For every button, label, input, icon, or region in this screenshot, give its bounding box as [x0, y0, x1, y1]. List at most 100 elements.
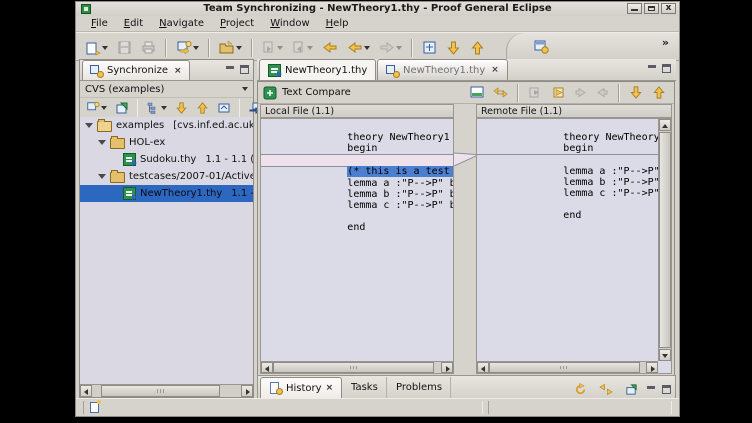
maximize-editor-button[interactable] — [662, 64, 671, 73]
scroll-up-button[interactable] — [659, 119, 671, 131]
dropdown-caret — [161, 106, 167, 110]
expander-icon[interactable] — [98, 174, 106, 179]
menu-item[interactable]: Project — [213, 17, 261, 30]
save-icon — [117, 40, 132, 55]
dropdown-caret — [101, 106, 107, 110]
minimize-view-button[interactable] — [226, 65, 235, 74]
new-button[interactable] — [82, 37, 111, 58]
fast-view-icon[interactable] — [90, 402, 99, 413]
save-button[interactable] — [114, 37, 135, 58]
synchronize-button[interactable] — [83, 98, 110, 119]
tree-item[interactable]: examples [cvs.inf.ed.ac.uk] — [80, 117, 253, 134]
sync-horizontal-scrollbar[interactable] — [80, 384, 253, 397]
close-tab-icon[interactable]: × — [491, 65, 499, 75]
scroll-track[interactable] — [273, 362, 441, 373]
next-change-button[interactable] — [443, 37, 464, 58]
remote-horizontal-scrollbar[interactable] — [477, 361, 658, 373]
ancestor-pane-icon — [470, 86, 484, 99]
expander-icon[interactable] — [98, 140, 106, 145]
bottom-tab[interactable]: Problems × — [388, 377, 451, 398]
titlebar[interactable]: Team Synchronizing - NewTheory1.thy - Pr… — [76, 2, 679, 17]
remote-code-area[interactable]: theory NewTheory1 imports Main begin lem… — [477, 119, 658, 361]
menu-item[interactable]: File — [84, 17, 115, 30]
tree-item[interactable]: NewTheory1.thy 1.1 - 1.1 (A — [80, 185, 253, 202]
copy-right-button[interactable] — [593, 82, 612, 103]
scroll-track[interactable] — [92, 385, 241, 397]
scroll-thumb[interactable] — [489, 362, 640, 373]
refresh-button[interactable] — [571, 379, 590, 400]
maximize-view-button[interactable] — [662, 385, 671, 394]
link-with-editor-button[interactable] — [596, 379, 616, 400]
view-menu-caret[interactable] — [242, 87, 248, 91]
swap-panes-button[interactable] — [490, 82, 511, 103]
previous-change-button[interactable] — [467, 37, 488, 58]
print-button[interactable] — [138, 37, 159, 58]
diff-connector — [454, 118, 476, 378]
editor-tab[interactable]: NewTheory1.thy × — [259, 59, 376, 80]
show-ancestor-pane-button[interactable] — [467, 82, 487, 103]
menu-item[interactable]: Edit — [117, 17, 150, 30]
bottom-tab-icon — [269, 382, 282, 395]
presentation-mode-button[interactable] — [143, 98, 170, 119]
copy-left-button[interactable] — [571, 82, 590, 103]
scroll-track[interactable] — [489, 362, 646, 373]
menu-item[interactable]: Navigate — [152, 17, 211, 30]
scroll-right-button[interactable] — [441, 362, 453, 373]
bottom-tab[interactable]: Tasks × — [343, 377, 387, 398]
scroll-left-button[interactable] — [477, 362, 489, 373]
scroll-thumb[interactable] — [101, 385, 220, 397]
scroll-thumb[interactable] — [659, 132, 671, 348]
code-line[interactable]: theory NewTheory1 imports Main — [263, 121, 453, 132]
local-code-area[interactable]: theory NewTheory1 imports Main begin (* … — [261, 119, 453, 361]
scroll-left-button[interactable] — [261, 362, 273, 373]
close-tab-icon[interactable]: × — [174, 66, 182, 76]
minimize-editor-button[interactable] — [648, 64, 657, 73]
link-with-editor-button[interactable] — [419, 37, 440, 58]
previous-difference-button[interactable] — [649, 82, 669, 103]
pin-synchronization-button[interactable] — [112, 98, 132, 119]
synchronize-button[interactable] — [173, 37, 202, 58]
minimize-window-button[interactable] — [627, 3, 642, 14]
remote-vertical-scrollbar[interactable] — [658, 119, 671, 361]
previous-annotation-button[interactable] — [289, 37, 316, 58]
local-horizontal-scrollbar[interactable] — [261, 361, 453, 373]
pin-view-button[interactable] — [622, 379, 641, 400]
code-line[interactable]: theory NewTheory1 imports Main — [479, 121, 658, 132]
compare-title: Text Compare — [282, 87, 351, 98]
expander-icon[interactable] — [85, 123, 93, 128]
tree-item[interactable]: testcases/2007-01/ActiveEditorV — [80, 168, 253, 185]
editor-tab-label: NewTheory1.thy — [403, 65, 485, 76]
editor-tab[interactable]: NewTheory1.thy × — [377, 59, 508, 80]
scroll-right-button[interactable] — [241, 385, 253, 397]
toolbar-overflow-chevron[interactable]: » — [662, 36, 669, 49]
menu-item[interactable]: Help — [319, 17, 356, 30]
last-edit-location-button[interactable] — [319, 37, 341, 58]
previous-change-button[interactable] — [193, 98, 212, 119]
refresh-icon — [574, 383, 587, 396]
scroll-left-button[interactable] — [80, 385, 92, 397]
tab-synchronize[interactable]: Synchronize × — [82, 60, 190, 80]
minimize-view-button[interactable] — [647, 385, 656, 394]
menu-item[interactable]: Window — [263, 17, 316, 30]
back-button[interactable] — [344, 37, 373, 58]
copy-all-left-to-right-button[interactable] — [525, 82, 545, 103]
next-difference-button[interactable] — [626, 82, 646, 103]
close-window-button[interactable]: x — [661, 3, 676, 14]
maximize-view-button[interactable] — [240, 65, 249, 74]
scroll-thumb[interactable] — [273, 362, 434, 373]
down-arrow-icon — [629, 85, 643, 100]
next-annotation-button[interactable] — [259, 37, 286, 58]
open-file-button[interactable] — [216, 37, 245, 58]
close-tab-icon[interactable]: × — [326, 383, 334, 393]
next-change-button[interactable] — [172, 98, 191, 119]
maximize-window-button[interactable] — [644, 3, 659, 14]
team-sync-perspective-button[interactable] — [533, 38, 549, 54]
tree-item[interactable]: HOL-ex — [80, 134, 253, 151]
tree-item[interactable]: Sudoku.thy 1.1 - 1.1 (ASCII - — [80, 151, 253, 168]
copy-current-right-to-left-button[interactable] — [548, 82, 568, 103]
bottom-tab[interactable]: History × — [260, 377, 342, 398]
forward-button[interactable] — [376, 37, 405, 58]
scroll-down-button[interactable] — [659, 349, 671, 361]
scroll-right-button[interactable] — [646, 362, 658, 373]
collapse-all-button[interactable] — [214, 98, 234, 119]
